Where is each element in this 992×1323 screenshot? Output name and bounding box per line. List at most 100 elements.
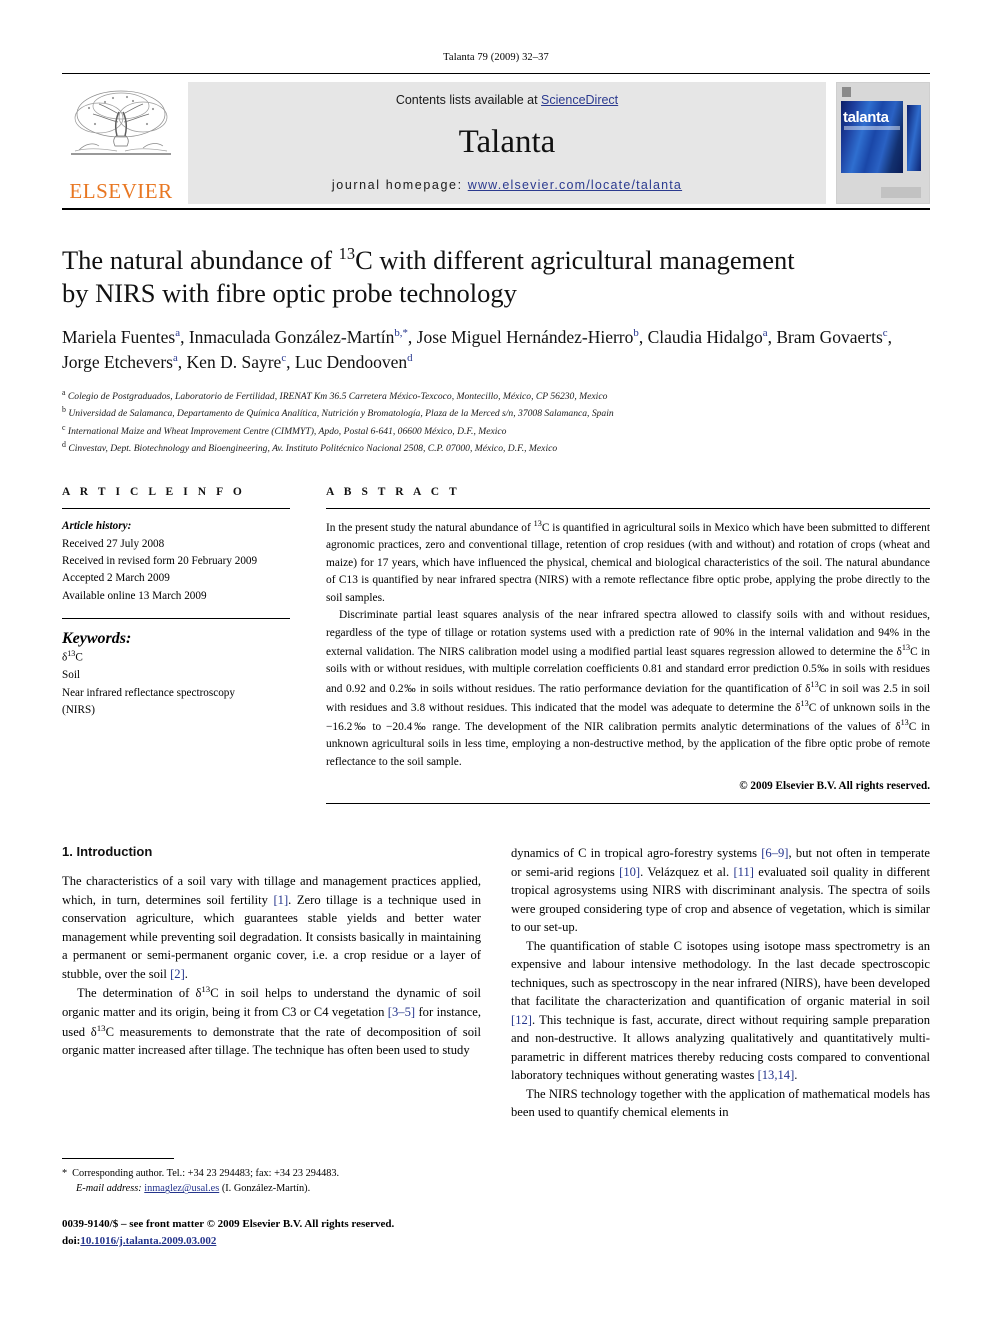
body-column-right: dynamics of C in tropical agro-forestry … [511,844,930,1122]
email-link[interactable]: inmaglez@usal.es [144,1183,219,1194]
body-column-left: 1. Introduction The characteristics of a… [62,844,481,1122]
author-affiliation-marker: a [175,327,181,340]
history-items: Received 27 July 2008 Received in revised… [62,536,290,605]
cover-footer-mark [881,187,921,198]
author-affiliation-marker: a [762,327,768,340]
asterisk-marker: * [62,1168,68,1179]
doi-label: doi: [62,1234,81,1247]
citation-reference[interactable]: [3–5] [388,1005,415,1019]
corresponding-author-note: * Corresponding author. Tel.: +34 23 2944… [62,1166,462,1197]
body-paragraph: dynamics of C in tropical agro-forestry … [511,846,930,935]
body-paragraph: The characteristics of a soil vary with … [62,874,482,981]
page-title: The natural abundance of 13C with differ… [62,244,930,309]
history-item: Accepted 2 March 2009 [62,572,170,585]
affiliation-item: d Cinvestav, Dept. Biotechnology and Bio… [62,439,558,455]
article-info-heading: A R T I C L E I N F O [62,486,246,499]
footnote-block: * Corresponding author. Tel.: +34 23 2944… [62,1158,462,1197]
author-list: Mariela Fuentesa, Inmaculada González-Ma… [62,327,892,373]
isotope-superscript: 13 [810,679,819,689]
elsevier-wordmark: ELSEVIER [69,179,173,203]
masthead-bottom-rule [62,208,930,210]
contents-line: Contents lists available at ScienceDirec… [396,93,618,107]
keyword-items: δ13C Soil Near infrared reflectance spect… [62,648,290,719]
doi-link[interactable]: 10.1016/j.talanta.2009.03.002 [80,1235,216,1247]
author-name: Bram Govaerts [776,327,883,348]
cover-spine-artwork [907,105,921,171]
elsevier-tree-icon [71,90,171,155]
journal-banner: Contents lists available at ScienceDirec… [188,82,826,204]
isotope-superscript: 13 [96,1022,106,1033]
email-line: E-mail address: inmaglez@usal.es (I. Gon… [62,1181,462,1196]
keywords-label: Keywords: [62,630,132,648]
isotope-superscript: 13 [800,699,809,709]
keyword-rest-items: Soil Near infrared reflectance spectrosco… [62,667,290,719]
body-paragraph: The quantification of stable C isotopes … [511,938,930,1083]
cover-title-text: talanta [843,109,889,126]
info-abstract-row: A R T I C L E I N F O Article history: R… [62,486,930,805]
author-affiliation-marker: a [172,352,178,365]
info-divider [62,508,290,510]
author-name: Ken D. Sayre [186,352,282,373]
sciencedirect-link[interactable]: ScienceDirect [541,93,618,107]
abstract-divider [326,508,930,510]
elsevier-logo: ELSEVIER [62,82,180,204]
title-superscript: 13 [338,244,356,264]
homepage-line: journal homepage: www.elsevier.com/locat… [332,178,682,192]
history-item: Received in revised form 20 February 200… [62,554,258,567]
email-owner: (I. González-Martín). [221,1183,311,1195]
article-info-column: A R T I C L E I N F O Article history: R… [62,486,290,804]
citation-reference[interactable]: [10] [619,865,640,879]
author-name: Jorge Etchevers [62,352,173,373]
article-history: Article history: Received 27 July 2008 Re… [62,518,290,605]
citation-reference[interactable]: [11] [733,865,754,879]
abstract-bottom-rule [326,803,930,805]
abstract-heading: A B S T R A C T [326,486,461,499]
author-affiliation-marker: d [407,352,413,365]
abstract-text: In the present study the natural abundan… [326,518,930,771]
issn-copyright-line: 0039-9140/$ – see front matter © 2009 El… [62,1218,395,1230]
abstract-paragraph-2: Discriminate partial least squares analy… [326,609,931,768]
isotope-superscript: 13 [900,718,909,728]
cover-corner-mark [842,87,851,97]
body-paragraph: The NIRS technology together with the ap… [511,1086,930,1120]
article-page: Talanta 79 (2009) 32–37 ELSEVIER Content… [0,0,992,1323]
journal-homepage-link[interactable]: www.elsevier.com/locate/talanta [468,178,682,192]
title-block: The natural abundance of 13C with differ… [62,244,930,456]
citation-reference[interactable]: [2] [170,967,185,981]
author-affiliation-marker: b [633,327,639,340]
affiliation-list: a Colegio de Postgraduados, Laboratorio … [62,387,930,456]
affiliation-marker: d [62,439,66,449]
intro-text-right: dynamics of C in tropical agro-forestry … [511,844,930,1122]
isotope-superscript: 13 [533,519,542,529]
author-name: Inmaculada González-Martín [188,327,395,348]
author-name: Claudia Hidalgo [647,327,763,348]
citation-reference[interactable]: [6–9] [761,846,788,860]
intro-text-left: The characteristics of a soil vary with … [62,872,481,1059]
isotope-superscript: 13 [201,984,211,995]
doi-line: doi:10.1016/j.talanta.2009.03.002 [62,1233,394,1250]
keyword-item: (NIRS) [62,703,95,716]
author-affiliation-marker: c [882,327,888,340]
journal-title: Talanta [458,124,556,160]
citation-reference[interactable]: [12] [511,1013,532,1027]
email-label: E-mail address: [76,1183,142,1195]
author-name: Mariela Fuentes [62,327,176,348]
copyright-line: © 2009 Elsevier B.V. All rights reserved… [739,780,930,793]
affiliation-marker: b [62,405,66,415]
contents-prefix: Contents lists available at [395,93,542,107]
citation-reference[interactable]: [13,14] [758,1068,795,1082]
affiliation-marker: a [62,387,66,397]
author-name: Jose Miguel Hernández-Hierro [416,327,634,348]
running-head: Talanta 79 (2009) 32–37 [443,52,549,63]
keyword-item: Near infrared reflectance spectroscopy [62,686,235,699]
abstract-column: A B S T R A C T In the present study the… [326,486,930,805]
citation-reference[interactable]: [1] [273,893,288,907]
affiliation-item: b Universidad de Salamanca, Departamento… [62,405,614,420]
author-affiliation-marker: b,* [394,327,408,340]
affiliation-marker: c [62,422,66,432]
keywords-block: Keywords: δ13C Soil Near infrared reflect… [62,618,290,719]
affiliation-item: c International Maize and Wheat Improvem… [62,422,507,437]
affiliation-item: a Colegio de Postgraduados, Laboratorio … [62,387,608,403]
isotope-superscript: 13 [901,643,911,653]
section-heading-introduction: 1. Introduction [62,844,153,860]
